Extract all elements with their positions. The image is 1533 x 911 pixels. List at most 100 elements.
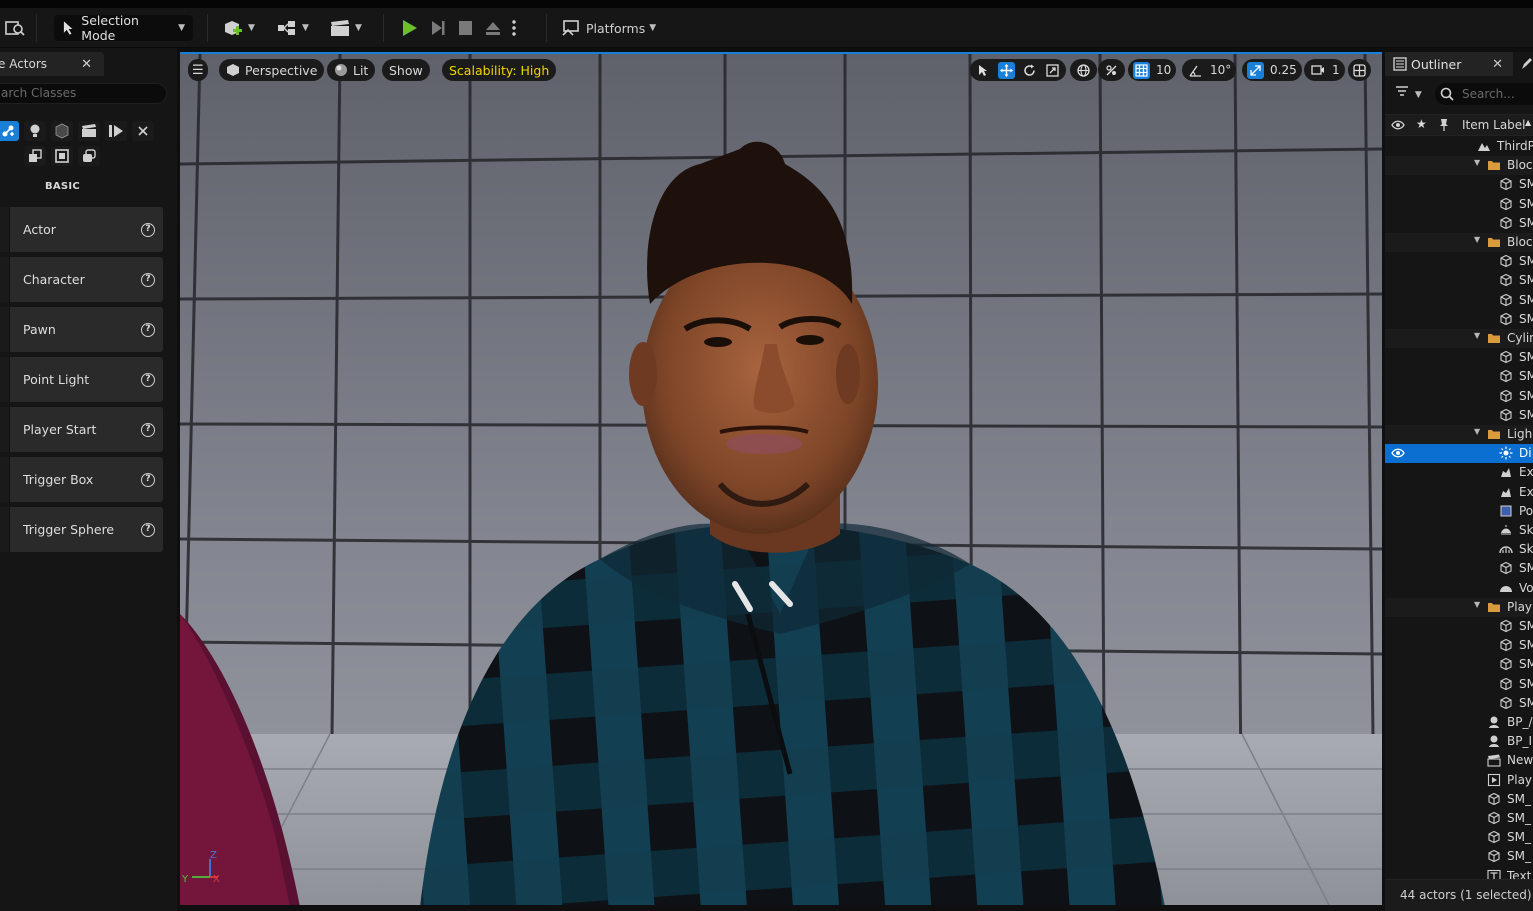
outliner-row[interactable]: SM bbox=[1385, 214, 1533, 233]
outliner-row[interactable]: SM bbox=[1385, 675, 1533, 694]
outliner-row[interactable]: Ex bbox=[1385, 463, 1533, 482]
outliner-row[interactable]: SM bbox=[1385, 367, 1533, 386]
outliner-row[interactable]: ▼ Cylin bbox=[1385, 329, 1533, 348]
outliner-row[interactable]: SM bbox=[1385, 310, 1533, 329]
search-classes-input[interactable]: arch Classes bbox=[0, 83, 167, 104]
help-icon[interactable]: ? bbox=[141, 422, 155, 437]
edit-icon[interactable] bbox=[1520, 57, 1533, 71]
close-icon[interactable]: ✕ bbox=[1492, 57, 1503, 72]
help-icon[interactable]: ? bbox=[141, 272, 155, 287]
outliner-row[interactable]: SM_ bbox=[1385, 809, 1533, 828]
actor-item-trigger-box[interactable]: Trigger Box ? bbox=[0, 457, 163, 502]
rotate-icon[interactable] bbox=[1021, 62, 1038, 79]
add-actor-button[interactable]: ▼ bbox=[222, 14, 255, 42]
help-icon[interactable]: ? bbox=[141, 222, 155, 237]
show-button[interactable]: Show bbox=[382, 59, 430, 81]
actor-item-point-light[interactable]: Point Light ? bbox=[0, 357, 163, 402]
expand-arrow-icon[interactable]: ▼ bbox=[1474, 427, 1480, 436]
stop-icon[interactable] bbox=[454, 17, 476, 39]
help-icon[interactable]: ? bbox=[141, 322, 155, 337]
outliner-row[interactable]: ▼ Bloc bbox=[1385, 156, 1533, 176]
sort-up-icon[interactable]: ▲ bbox=[1525, 118, 1531, 127]
actor-item-trigger-sphere[interactable]: Trigger Sphere ? bbox=[0, 507, 163, 552]
selection-mode-dropdown[interactable]: Selection Mode ▼ bbox=[54, 13, 193, 43]
outliner-row[interactable]: BP_I bbox=[1385, 732, 1533, 751]
outliner-row[interactable]: SM_ bbox=[1385, 790, 1533, 809]
outliner-row[interactable]: SM_ bbox=[1385, 847, 1533, 866]
outliner-row[interactable]: ▼ Ligh bbox=[1385, 425, 1533, 444]
outliner-row[interactable]: SM bbox=[1385, 694, 1533, 713]
expand-arrow-icon[interactable]: ▼ bbox=[1474, 331, 1480, 340]
filter-dropdown[interactable]: ▼ bbox=[1395, 85, 1422, 100]
outliner-row[interactable]: Sk bbox=[1385, 521, 1533, 540]
translate-icon[interactable] bbox=[998, 61, 1015, 79]
basic-category-icon[interactable] bbox=[0, 121, 19, 141]
scale-snap-button[interactable]: 0.25 bbox=[1242, 59, 1302, 81]
outliner-row[interactable]: SM bbox=[1385, 387, 1533, 406]
outliner-row[interactable]: SM bbox=[1385, 291, 1533, 310]
coordinate-space-button[interactable] bbox=[1070, 59, 1097, 81]
pin-icon[interactable] bbox=[1439, 118, 1449, 132]
outliner-row[interactable]: SM bbox=[1385, 252, 1533, 271]
cinematic-category-icon[interactable] bbox=[78, 121, 100, 141]
actor-item-actor[interactable]: Actor ? bbox=[0, 207, 163, 252]
view-mode-button[interactable]: Lit bbox=[327, 59, 376, 81]
outliner-row[interactable]: SM bbox=[1385, 195, 1533, 214]
item-label-column[interactable]: Item Label bbox=[1462, 118, 1526, 132]
expand-arrow-icon[interactable]: ▼ bbox=[1474, 158, 1480, 167]
surface-snap-button[interactable] bbox=[1098, 59, 1125, 81]
eject-icon[interactable] bbox=[482, 17, 504, 39]
play-icon[interactable] bbox=[398, 17, 420, 39]
outliner-row[interactable]: SM bbox=[1385, 617, 1533, 636]
outliner-row[interactable]: ThirdP bbox=[1385, 137, 1533, 156]
lights-category-icon[interactable] bbox=[24, 121, 46, 141]
blueprint-button[interactable]: ▼ bbox=[276, 14, 309, 42]
viewport-options-button[interactable]: ☰ bbox=[188, 59, 208, 81]
particles-category-icon[interactable] bbox=[132, 121, 154, 141]
scale-icon[interactable] bbox=[1044, 62, 1061, 79]
outliner-row[interactable]: Play bbox=[1385, 771, 1533, 790]
scalability-button[interactable]: Scalability: High bbox=[442, 59, 557, 81]
outliner-row[interactable]: BP_/ bbox=[1385, 713, 1533, 732]
outliner-row[interactable]: Vo bbox=[1385, 579, 1533, 598]
place-actors-tab[interactable]: e Actors ✕ bbox=[0, 52, 104, 76]
expand-arrow-icon[interactable]: ▼ bbox=[1474, 235, 1480, 244]
visual-effects-category-icon[interactable] bbox=[105, 121, 127, 141]
visibility-eye-icon[interactable] bbox=[1391, 119, 1405, 131]
outliner-row[interactable]: SM_ bbox=[1385, 828, 1533, 847]
help-icon[interactable]: ? bbox=[141, 522, 155, 537]
viewport-layout-button[interactable] bbox=[1348, 59, 1371, 81]
perspective-button[interactable]: Perspective bbox=[219, 59, 325, 81]
outliner-row[interactable]: Sk bbox=[1385, 540, 1533, 559]
all-classes-category-icon[interactable] bbox=[78, 146, 100, 166]
outliner-tab[interactable]: Outliner ✕ bbox=[1385, 52, 1513, 76]
more-options-icon[interactable] bbox=[510, 17, 518, 39]
outliner-row[interactable]: SM bbox=[1385, 636, 1533, 655]
step-icon[interactable] bbox=[426, 17, 448, 39]
shapes-category-icon[interactable] bbox=[51, 121, 73, 141]
outliner-row[interactable]: Ex bbox=[1385, 483, 1533, 502]
geometry-category-icon[interactable] bbox=[51, 146, 73, 166]
outliner-row[interactable]: SM bbox=[1385, 655, 1533, 674]
visibility-eye-icon[interactable] bbox=[1391, 447, 1405, 462]
outliner-row[interactable]: Po bbox=[1385, 502, 1533, 521]
platforms-dropdown[interactable]: Platforms ▼ bbox=[562, 14, 656, 42]
camera-speed-button[interactable]: 1 bbox=[1304, 59, 1345, 81]
help-icon[interactable]: ? bbox=[141, 372, 155, 387]
grid-snap-button[interactable]: 10 bbox=[1128, 59, 1177, 81]
level-viewport[interactable]: ☰ Perspective Lit Show Scalability: High bbox=[180, 52, 1382, 905]
outliner-row[interactable]: SM bbox=[1385, 175, 1533, 194]
outliner-row[interactable]: SM bbox=[1385, 271, 1533, 290]
actor-item-character[interactable]: Character ? bbox=[0, 257, 163, 302]
outliner-row[interactable]: ▼ Play bbox=[1385, 597, 1533, 617]
actor-item-player-start[interactable]: Player Start ? bbox=[0, 407, 163, 452]
outliner-row[interactable]: New bbox=[1385, 751, 1533, 770]
close-icon[interactable]: ✕ bbox=[81, 57, 92, 72]
outliner-row[interactable]: ▼ Bloc bbox=[1385, 233, 1533, 252]
outliner-row[interactable]: SM bbox=[1385, 348, 1533, 367]
favorite-star-icon[interactable]: ★ bbox=[1416, 117, 1427, 131]
outliner-row[interactable]: SM bbox=[1385, 559, 1533, 578]
cinematics-button[interactable]: ▼ bbox=[329, 14, 362, 42]
help-icon[interactable]: ? bbox=[141, 472, 155, 487]
rotation-snap-button[interactable]: 10° bbox=[1182, 59, 1237, 81]
